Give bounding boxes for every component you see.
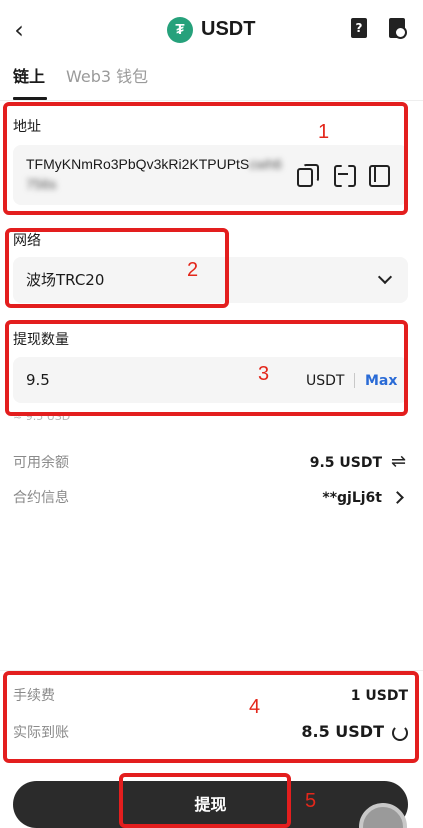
contract-info-value[interactable]: **gjLj6t	[260, 488, 382, 508]
tab-divider	[0, 100, 423, 101]
annotation-number-4: 4	[249, 696, 261, 718]
available-balance-label: 可用余额	[13, 455, 69, 471]
annotation-box-4	[3, 671, 419, 763]
help-icon[interactable]: ?	[351, 18, 367, 38]
tab-onchain[interactable]: 链上	[13, 66, 45, 88]
tether-logo-icon: ₮	[167, 17, 193, 43]
annotation-number-3: 3	[258, 363, 270, 385]
history-icon[interactable]	[389, 18, 407, 39]
annotation-number-1: 1	[318, 121, 330, 143]
annotation-box-1	[3, 102, 408, 215]
annotation-box-3	[5, 320, 408, 416]
available-balance-value: 9.5 USDT	[309, 455, 382, 471]
tab-web3-wallet[interactable]: Web3 钱包	[66, 66, 148, 88]
contract-info-label: 合约信息	[13, 490, 69, 506]
back-icon[interactable]: ‹	[8, 16, 30, 44]
chevron-right-icon[interactable]	[391, 491, 404, 504]
annotation-number-5: 5	[305, 790, 317, 812]
page-title: USDT	[201, 18, 256, 40]
annotation-box-5	[119, 773, 291, 828]
swap-icon[interactable]	[391, 451, 407, 472]
annotation-number-2: 2	[187, 259, 199, 281]
